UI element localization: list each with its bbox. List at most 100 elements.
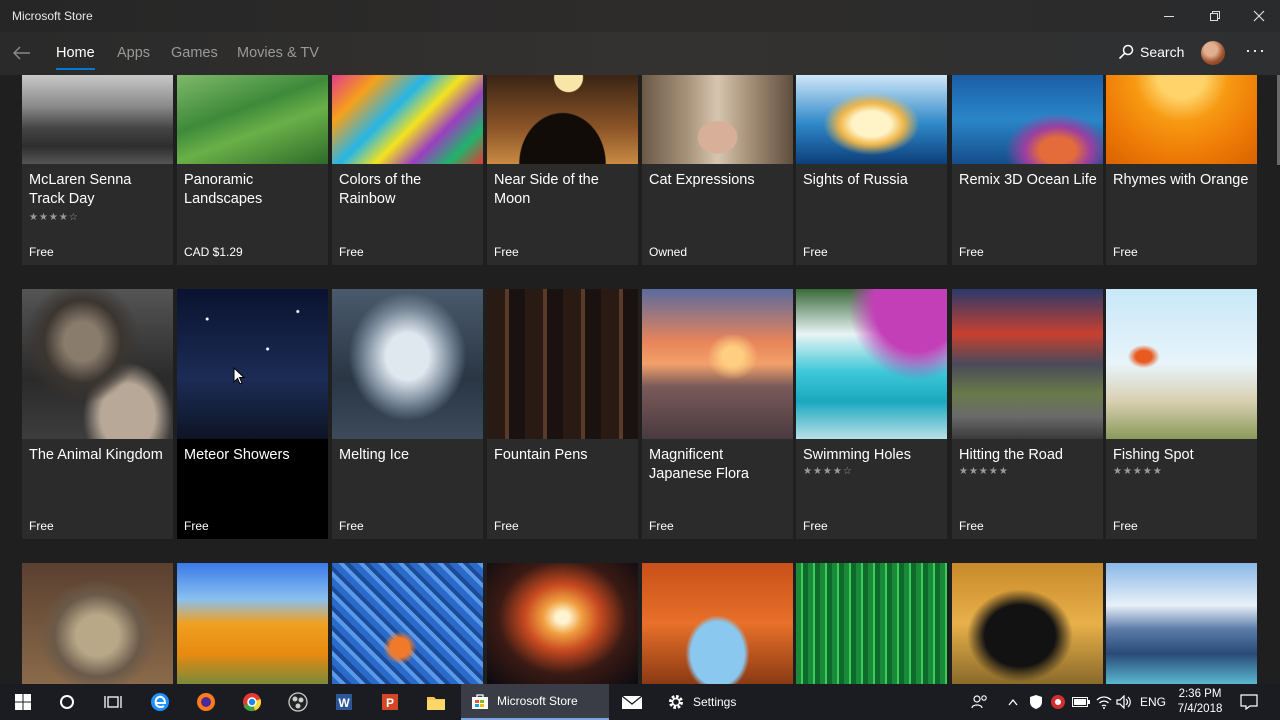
tile-image: [642, 563, 793, 684]
tile-nebula[interactable]: [487, 563, 638, 684]
tile-title: Rhymes with Orange: [1113, 172, 1249, 188]
defender-tray-button[interactable]: [1025, 684, 1047, 720]
wifi-button[interactable]: [1093, 684, 1115, 720]
clock-time: 2:36 PM: [1178, 688, 1222, 700]
tab-home[interactable]: Home: [56, 45, 95, 70]
taskbar-settings-label: Settings: [693, 695, 737, 709]
tile-price: Free: [339, 245, 364, 259]
tile-price: Free: [803, 245, 828, 259]
tile-price: Free: [1113, 519, 1138, 533]
task-view-button[interactable]: [90, 684, 136, 720]
tile-colors-of-the-rainbow[interactable]: Colors of the Rainbow Free: [332, 75, 483, 265]
tile-title: The Animal Kingdom: [29, 447, 163, 463]
taskbar-store-label: Microsoft Store: [497, 694, 578, 708]
cortana-button[interactable]: [44, 684, 90, 720]
firefox-icon: [197, 693, 215, 711]
tile-image: [332, 563, 483, 684]
tab-apps[interactable]: Apps: [117, 45, 150, 61]
restore-button[interactable]: [1192, 0, 1238, 32]
taskbar-file-explorer[interactable]: [413, 684, 459, 720]
tab-movies-tv[interactable]: Movies & TV: [237, 45, 319, 61]
tile-rating: ★★★★★: [959, 466, 1009, 477]
tile-rating: ★★★★☆: [803, 466, 853, 477]
tile-near-side-of-the-moon[interactable]: Near Side of the Moon Free: [487, 75, 638, 265]
task-view-icon: [104, 696, 122, 708]
tile-image: [487, 289, 638, 439]
tile-panoramic-landscapes[interactable]: Panoramic Landscapes CAD $1.29: [177, 75, 328, 265]
tile-fountain-pens[interactable]: Fountain Pens Free: [487, 289, 638, 539]
battery-button[interactable]: [1070, 684, 1092, 720]
store-window: Microsoft Store Home Apps Games Movies &…: [0, 0, 1280, 684]
tile-title: Cat Expressions: [649, 172, 755, 188]
tab-games[interactable]: Games: [171, 45, 218, 61]
user-avatar[interactable]: [1201, 41, 1225, 65]
taskbar-chrome[interactable]: [229, 684, 275, 720]
tile-rating: ★★★★☆: [29, 212, 79, 223]
taskbar-obs[interactable]: [275, 684, 321, 720]
powerpoint-icon: P: [382, 694, 398, 710]
close-button[interactable]: [1236, 0, 1280, 32]
tile-fishing-spot[interactable]: Fishing Spot ★★★★★ Free: [1106, 289, 1257, 539]
tile-price: Free: [494, 519, 519, 533]
tile-image: [22, 289, 173, 439]
tile-mountain-valley[interactable]: [1106, 563, 1257, 684]
tile-image: [796, 289, 947, 439]
tile-hitting-the-road[interactable]: Hitting the Road ★★★★★ Free: [952, 289, 1103, 539]
volume-button[interactable]: [1114, 684, 1136, 720]
clock[interactable]: 2:36 PM 7/4/2018: [1170, 687, 1230, 717]
tile-price: Free: [1113, 245, 1138, 259]
nav-bar: Home Apps Games Movies & TV Search: [0, 32, 1280, 75]
taskbar-edge[interactable]: [137, 684, 183, 720]
tile-cat-expressions[interactable]: Cat Expressions Owned: [642, 75, 793, 265]
tile-the-animal-kingdom[interactable]: The Animal Kingdom Free: [22, 289, 173, 539]
tile-sights-of-russia[interactable]: Sights of Russia Free: [796, 75, 947, 265]
tile-image: [642, 289, 793, 439]
more-options-button[interactable]: ···: [1245, 40, 1266, 61]
tile-magnificent-japanese-flora[interactable]: Magnificent Japanese Flora Free: [642, 289, 793, 539]
tile-image: [332, 75, 483, 164]
tile-mclaren-senna[interactable]: McLaren Senna Track Day ★★★★☆ Free: [22, 75, 173, 265]
taskbar-powerpoint[interactable]: P: [367, 684, 413, 720]
scrollbar[interactable]: [1276, 75, 1280, 684]
tile-remix-3d-ocean-life[interactable]: Remix 3D Ocean Life Free: [952, 75, 1103, 265]
tile-black-horse[interactable]: [952, 563, 1103, 684]
tile-image: [22, 563, 173, 684]
people-button[interactable]: [966, 684, 994, 720]
minimize-button[interactable]: [1146, 0, 1192, 32]
tile-rock-arch[interactable]: [642, 563, 793, 684]
tile-poppy-fields[interactable]: [177, 563, 328, 684]
back-button[interactable]: [10, 42, 34, 64]
search-button[interactable]: Search: [1118, 44, 1184, 60]
tile-tortoise[interactable]: [22, 563, 173, 684]
tile-meteor-showers[interactable]: Meteor Showers Free: [177, 289, 328, 539]
security-tray-button[interactable]: [1047, 684, 1069, 720]
tile-price: Free: [803, 519, 828, 533]
taskbar-word[interactable]: W: [321, 684, 367, 720]
tile-rhymes-with-orange[interactable]: Rhymes with Orange Free: [1106, 75, 1257, 265]
tile-price: CAD $1.29: [184, 245, 243, 259]
tile-sea-anemone[interactable]: [332, 563, 483, 684]
wifi-icon: [1096, 696, 1112, 709]
tile-price: Free: [959, 245, 984, 259]
action-center-button[interactable]: [1234, 684, 1264, 720]
language-label: ENG: [1139, 695, 1166, 709]
tile-circuit-board[interactable]: [796, 563, 947, 684]
taskbar-mail[interactable]: [609, 684, 655, 720]
taskbar-settings[interactable]: Settings: [657, 684, 775, 720]
tile-price: Free: [959, 519, 984, 533]
tile-swimming-holes[interactable]: Swimming Holes ★★★★☆ Free: [796, 289, 947, 539]
taskbar: W P Microsoft Store Settings ENG 2:36 PM…: [0, 684, 1280, 720]
show-hidden-icons-button[interactable]: [1003, 684, 1023, 720]
edge-icon: [151, 693, 169, 711]
search-label: Search: [1140, 44, 1185, 60]
taskbar-firefox[interactable]: [183, 684, 229, 720]
language-indicator[interactable]: ENG: [1138, 684, 1168, 720]
tile-melting-ice[interactable]: Melting Ice Free: [332, 289, 483, 539]
people-icon: [971, 695, 987, 709]
start-button[interactable]: [0, 684, 46, 720]
back-arrow-icon: [12, 46, 30, 60]
taskbar-microsoft-store[interactable]: Microsoft Store: [461, 684, 609, 720]
clock-date: 7/4/2018: [1177, 703, 1223, 715]
tile-title: Colors of the Rainbow: [339, 172, 422, 207]
speaker-icon: [1116, 695, 1131, 709]
